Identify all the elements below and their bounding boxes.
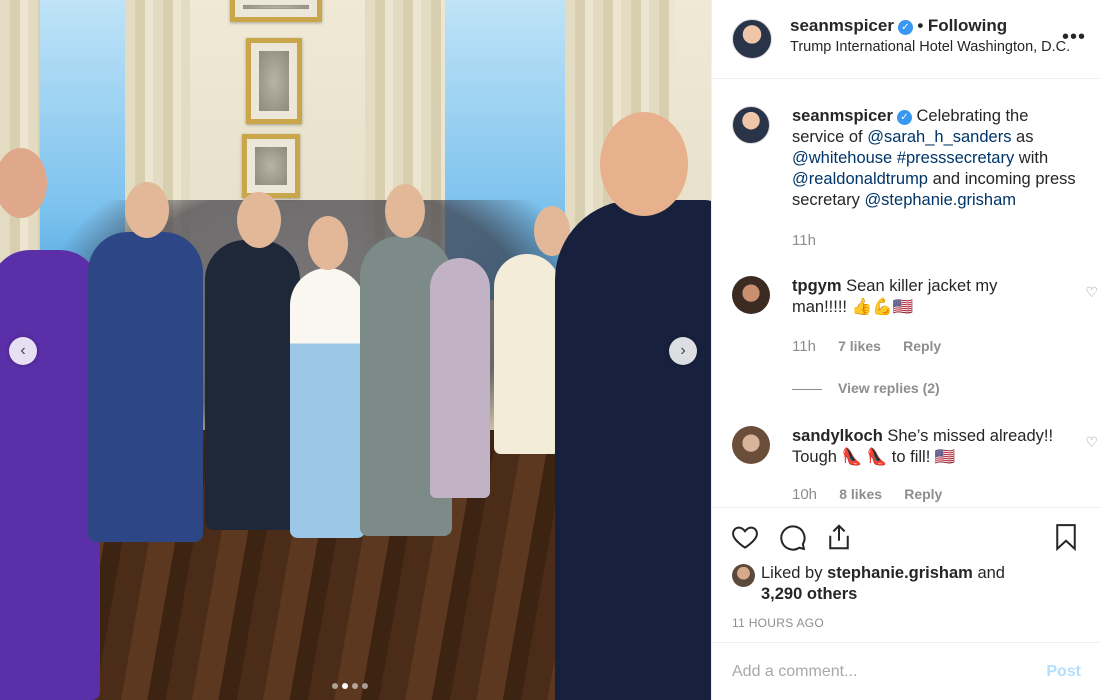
comment-meta: 11h 7 likes Reply	[792, 338, 959, 355]
comment-icon[interactable]	[777, 522, 807, 552]
carousel-dot	[342, 683, 348, 689]
caption-link[interactable]: @stephanie.grisham	[864, 191, 1016, 209]
avatar[interactable]	[732, 426, 770, 464]
save-bookmark-icon[interactable]	[1051, 522, 1081, 557]
photo-person	[555, 200, 711, 700]
carousel-next-button[interactable]: ›	[669, 337, 697, 365]
caption-text-segment: with	[1014, 149, 1049, 167]
header-separator: •	[917, 16, 924, 35]
photo-person	[290, 268, 365, 538]
comment-text: sandylkoch She’s missed already!! Tough …	[792, 426, 1064, 468]
add-comment-bar: Post	[712, 642, 1100, 700]
avatar[interactable]	[732, 276, 770, 314]
photo-frame	[246, 38, 302, 124]
photo-person-head	[600, 112, 688, 216]
post-timestamp[interactable]: 11 HOURS AGO	[732, 616, 824, 630]
post-actions: Liked by stephanie.grisham and 3,290 oth…	[712, 507, 1100, 642]
heart-icon[interactable]	[730, 522, 760, 552]
chevron-left-icon: ‹	[20, 342, 26, 359]
caption-username[interactable]: seanmspicer	[792, 107, 893, 125]
comment-like-heart-icon[interactable]: ♡	[1085, 284, 1098, 301]
caption-meta: 11h	[792, 232, 834, 249]
post-comment-button[interactable]: Post	[1046, 663, 1081, 681]
comment-time[interactable]: 11h	[792, 338, 816, 355]
carousel-indicator	[332, 683, 368, 689]
comment-username[interactable]: tpgym	[792, 277, 842, 295]
post-location[interactable]: Trump International Hotel Washington, D.…	[790, 39, 1070, 55]
comment-likes[interactable]: 7 likes	[838, 338, 881, 354]
comment-time[interactable]: 10h	[792, 486, 817, 503]
likes-summary: Liked by stephanie.grisham and 3,290 oth…	[732, 563, 1005, 605]
carousel-dot	[352, 683, 358, 689]
chevron-right-icon: ›	[680, 342, 686, 359]
view-replies-button[interactable]: View replies (2)	[792, 380, 940, 396]
likes-and: and	[977, 564, 1005, 582]
comment-text: tpgym Sean killer jacket my man!!!!! 👍💪🇺…	[792, 276, 1052, 318]
more-options-icon[interactable]: •••	[1062, 26, 1086, 49]
following-button[interactable]: Following	[928, 16, 1007, 35]
caption-link[interactable]: @realdonaldtrump	[792, 170, 928, 188]
photo-frame	[230, 0, 322, 22]
comments-list[interactable]: seanmspicer ✓ Celebrating the service of …	[712, 80, 1100, 505]
photo-person	[0, 250, 100, 700]
likes-others-count[interactable]: 3,290 others	[761, 585, 857, 603]
avatar[interactable]	[732, 564, 755, 587]
comment-like-heart-icon[interactable]: ♡	[1085, 434, 1098, 451]
post-side-panel: seanmspicer ✓ • Following Trump Internati…	[711, 0, 1100, 700]
verified-badge-icon: ✓	[897, 20, 913, 35]
caption-time[interactable]: 11h	[792, 232, 816, 249]
verified-badge-icon: ✓	[896, 110, 912, 125]
photo-person	[88, 232, 203, 542]
comment-reply-button[interactable]: Reply	[904, 486, 942, 502]
comment-reply-button[interactable]: Reply	[903, 338, 941, 354]
photo-person	[205, 240, 300, 530]
caption-link[interactable]: @sarah_h_sanders	[867, 128, 1011, 146]
share-icon[interactable]	[824, 522, 854, 552]
likes-prefix: Liked by	[761, 564, 823, 582]
photo-person	[430, 258, 490, 498]
post-author-username[interactable]: seanmspicer	[790, 16, 894, 35]
caption-link[interactable]: @whitehouse	[792, 149, 892, 167]
carousel-prev-button[interactable]: ‹	[9, 337, 37, 365]
liked-by-username[interactable]: stephanie.grisham	[827, 564, 973, 582]
action-icons	[730, 522, 854, 552]
caption-link[interactable]: #presssecretary	[897, 149, 1014, 167]
carousel-dot	[362, 683, 368, 689]
photo-frame	[242, 134, 300, 198]
avatar[interactable]	[732, 106, 770, 144]
comment-meta: 10h 8 likes Reply	[792, 486, 960, 503]
carousel-dot	[332, 683, 338, 689]
photo-person-head	[125, 182, 169, 238]
caption-text-segment: as	[1011, 128, 1034, 146]
likes-text: Liked by stephanie.grisham and 3,290 oth…	[761, 563, 1005, 605]
avatar[interactable]	[732, 19, 772, 59]
comment-likes[interactable]: 8 likes	[839, 486, 882, 502]
photo-person-head	[308, 216, 348, 270]
comment-input[interactable]	[732, 662, 1047, 681]
post-header: seanmspicer ✓ • Following Trump Internati…	[712, 0, 1100, 79]
post-header-info: seanmspicer ✓ • Following Trump Internati…	[790, 16, 1070, 55]
comment-username[interactable]: sandylkoch	[792, 427, 883, 445]
photo-person	[494, 254, 560, 454]
post-photo[interactable]: ‹ ›	[0, 0, 711, 700]
photo-person-head	[385, 184, 425, 238]
caption-text: seanmspicer ✓ Celebrating the service of …	[792, 106, 1082, 211]
photo-person-head	[237, 192, 281, 248]
